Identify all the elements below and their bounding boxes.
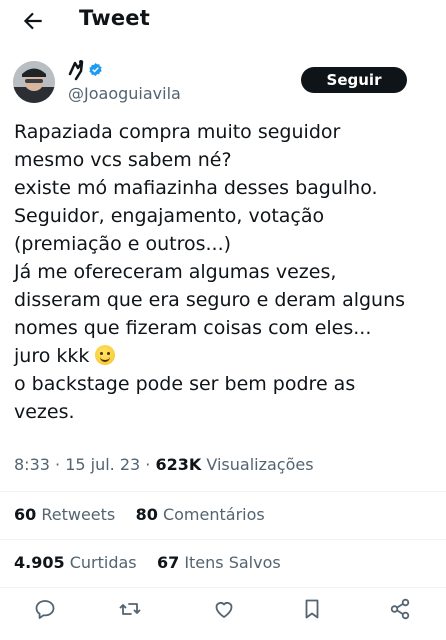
tweet-time[interactable]: 8:33 bbox=[14, 455, 50, 474]
comments-stat[interactable]: 80 Comentários bbox=[136, 505, 265, 524]
tweet-text: Rapaziada compra muito seguidor mesmo vc… bbox=[14, 118, 434, 426]
tweet-body: Rapaziada compra muito seguidor mesmo vc… bbox=[14, 121, 406, 367]
meta-separator: · bbox=[49, 455, 66, 474]
tweet-meta: 8:33 · 15 jul. 23 · 623K Visualizações bbox=[14, 455, 314, 474]
top-bar: Tweet bbox=[0, 0, 446, 42]
bookmark-icon[interactable] bbox=[300, 597, 324, 621]
retweets-stat[interactable]: 60 Retweets bbox=[14, 505, 115, 524]
action-bar bbox=[0, 597, 446, 627]
views-count: 623K bbox=[155, 455, 202, 474]
divider bbox=[0, 587, 446, 588]
stats-row-engagement: 60 Retweets 80 Comentários bbox=[14, 505, 265, 524]
meta-separator: · bbox=[140, 455, 156, 474]
share-icon[interactable] bbox=[388, 597, 412, 621]
follow-button[interactable]: Seguir bbox=[301, 67, 407, 93]
likes-count: 4.905 bbox=[14, 553, 65, 572]
saves-count: 67 bbox=[156, 553, 180, 572]
back-arrow-icon[interactable] bbox=[20, 8, 46, 34]
tweet-date[interactable]: 15 jul. 23 bbox=[65, 455, 140, 474]
views-label: Visualizações bbox=[206, 455, 314, 474]
divider bbox=[0, 539, 446, 540]
like-icon[interactable] bbox=[212, 597, 236, 621]
avatar[interactable] bbox=[13, 61, 55, 103]
page-title: Tweet bbox=[79, 6, 150, 30]
slightly-smiling-face-icon bbox=[95, 345, 116, 365]
comments-label: Comentários bbox=[162, 505, 265, 524]
retweet-icon[interactable] bbox=[118, 597, 142, 621]
retweets-label: Retweets bbox=[41, 505, 116, 524]
verified-badge-icon bbox=[88, 62, 103, 77]
retweets-count: 60 bbox=[14, 505, 37, 524]
tweet-body-end: o backstage pode ser bem podre as vezes. bbox=[14, 373, 356, 423]
divider bbox=[0, 491, 446, 492]
likes-stat[interactable]: 4.905 Curtidas bbox=[14, 553, 137, 572]
reply-icon[interactable] bbox=[33, 597, 57, 621]
saves-label: Itens Salvos bbox=[184, 553, 281, 572]
likes-label: Curtidas bbox=[69, 553, 137, 572]
comments-count: 80 bbox=[135, 505, 158, 524]
stats-row-likes: 4.905 Curtidas 67 Itens Salvos bbox=[14, 553, 281, 572]
author-handle[interactable]: @Joaoguiavila bbox=[68, 84, 181, 103]
saves-stat[interactable]: 67 Itens Salvos bbox=[157, 553, 281, 572]
